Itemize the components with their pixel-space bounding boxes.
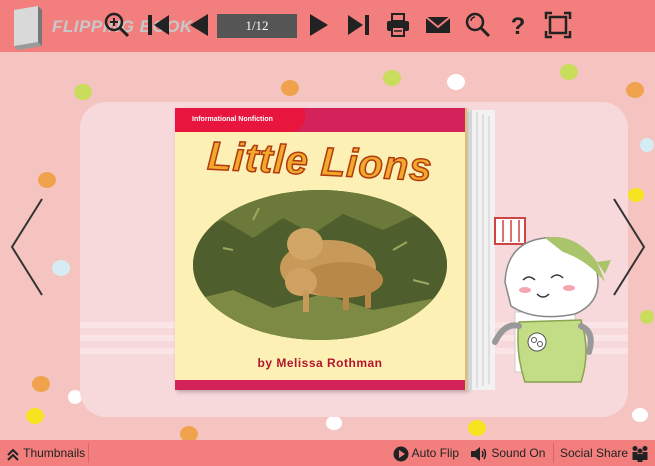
decorative-dot xyxy=(640,138,654,152)
thumbnails-label: Thumbnails xyxy=(23,446,86,460)
zoom-in-icon[interactable] xyxy=(103,11,131,39)
book-title: Little Lions xyxy=(206,133,435,190)
decorative-dot xyxy=(32,376,50,392)
help-icon[interactable]: ? xyxy=(504,11,532,39)
double-chevron-up-icon xyxy=(7,448,19,461)
decorative-dot xyxy=(640,310,654,324)
next-page-icon[interactable] xyxy=(306,11,334,39)
cover-tag-label: Informational Nonfiction xyxy=(192,116,273,123)
decorative-dot xyxy=(632,408,648,422)
decorative-dot xyxy=(626,82,644,98)
people-icon xyxy=(632,445,648,462)
decorative-dot xyxy=(26,408,44,424)
decorative-dot xyxy=(52,260,70,276)
decorative-dot xyxy=(468,420,486,436)
mascot-character-illustration xyxy=(485,202,615,392)
divider xyxy=(88,443,89,463)
decorative-dot xyxy=(560,64,578,80)
book-logo-icon xyxy=(8,4,48,50)
sound-label: Sound On xyxy=(491,446,546,460)
book-cover[interactable]: Informational Nonfiction Little Lions by… xyxy=(175,108,467,390)
fullscreen-icon[interactable] xyxy=(544,11,572,39)
email-icon[interactable] xyxy=(424,11,452,39)
decorative-dot xyxy=(383,70,401,86)
divider xyxy=(553,443,554,463)
social-share-label: Social Share xyxy=(560,446,629,460)
decorative-dot xyxy=(38,172,56,188)
decorative-dot xyxy=(281,80,299,96)
book-stage: Informational Nonfiction Little Lions by… xyxy=(0,52,655,440)
cover-bottom-band xyxy=(175,380,465,390)
decorative-dot xyxy=(180,426,198,440)
previous-page-icon[interactable] xyxy=(184,11,212,39)
speaker-icon xyxy=(471,446,487,461)
bottom-toolbar: Thumbnails Auto Flip Sound On Social Sha… xyxy=(0,440,655,466)
search-icon[interactable] xyxy=(464,11,492,39)
decorative-dot xyxy=(74,84,92,100)
svg-text:?: ? xyxy=(511,13,526,39)
page-indicator[interactable]: 1/12 xyxy=(217,14,297,38)
last-page-icon[interactable] xyxy=(344,11,372,39)
book-author: by Melissa Rothman xyxy=(257,356,383,370)
auto-flip-button[interactable]: Auto Flip xyxy=(393,440,459,466)
sound-toggle[interactable]: Sound On xyxy=(470,440,545,466)
decorative-dot xyxy=(447,74,465,90)
social-share-button[interactable]: Social Share xyxy=(560,440,649,466)
print-icon[interactable] xyxy=(384,11,412,39)
top-toolbar: FLIPPING BOOK 1/12 ? xyxy=(0,0,655,52)
first-page-icon[interactable] xyxy=(145,11,173,39)
thumbnails-button[interactable]: Thumbnails xyxy=(6,440,85,466)
decorative-dot xyxy=(326,416,342,430)
play-icon xyxy=(393,446,409,462)
lion-cubs-photo xyxy=(193,190,447,340)
previous-arrow-icon[interactable] xyxy=(8,197,48,297)
auto-flip-label: Auto Flip xyxy=(411,446,460,460)
